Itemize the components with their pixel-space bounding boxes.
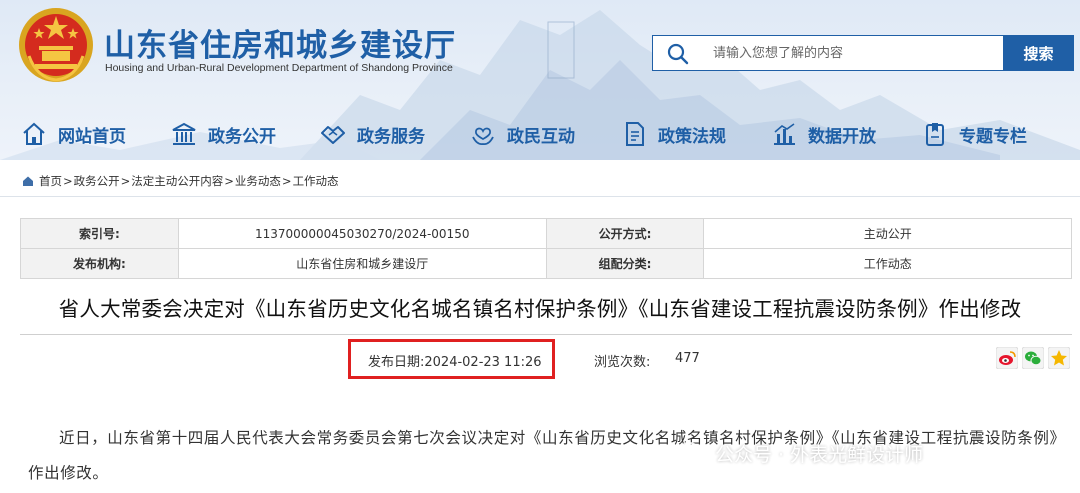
- building-icon: [172, 122, 196, 145]
- table-row: 索引号: 113700000045030270/2024-00150 公开方式:…: [20, 218, 1072, 249]
- search-button[interactable]: 搜索: [1003, 35, 1074, 71]
- nav-label: 政民互动: [507, 126, 575, 147]
- wechat-icon: [678, 442, 707, 464]
- nav-item-special-topics[interactable]: 专题专栏: [921, 114, 1027, 154]
- watermark: 公众号 · 外表光鲜设计师: [677, 436, 923, 470]
- nav-label: 政务公开: [208, 126, 276, 147]
- main-nav: 网站首页 政务公开 政务服务 政民互动 政策法规 数据开放 专题专栏: [0, 114, 1080, 154]
- nav-label: 政策法规: [658, 126, 726, 147]
- bookmark-icon: [926, 123, 944, 146]
- breadcrumb-divider: [0, 196, 1080, 197]
- heart-hands-icon: [472, 127, 494, 146]
- national-emblem-logo: [19, 8, 93, 82]
- watermark-text: 公众号 · 外表光鲜设计师: [715, 443, 924, 466]
- home-icon: [23, 122, 45, 145]
- nav-item-home[interactable]: 网站首页: [20, 114, 126, 154]
- favorite-star-icon[interactable]: [1048, 347, 1070, 369]
- nav-item-policies-regulations[interactable]: 政策法规: [620, 114, 726, 154]
- weibo-icon[interactable]: [996, 347, 1018, 369]
- breadcrumb-item-business-news[interactable]: 业务动态: [235, 173, 281, 189]
- publish-date: 发布日期:2024-02-23 11:26: [368, 355, 542, 370]
- handshake-icon: [321, 126, 345, 144]
- document-icon: [626, 122, 644, 146]
- site-title: 山东省住房和城乡建设厅: [104, 28, 456, 64]
- search-input[interactable]: [713, 42, 993, 64]
- wechat-icon[interactable]: [1022, 347, 1044, 369]
- breadcrumb-separator: >: [224, 174, 234, 188]
- article-title: 省人大常委会决定对《山东省历史文化名城名镇名村保护条例》《山东省建设工程抗震设防…: [58, 297, 1022, 321]
- nav-label: 数据开放: [808, 126, 876, 147]
- breadcrumb-separator: >: [63, 174, 73, 188]
- nav-label: 政务服务: [357, 126, 425, 147]
- views-count: 477: [675, 351, 700, 366]
- page: 山东省住房和城乡建设厅 Housing and Urban-Rural Deve…: [0, 0, 1080, 493]
- home-icon: [23, 176, 33, 186]
- breadcrumb-separator: >: [120, 174, 131, 188]
- index-number-label: 索引号:: [20, 218, 179, 249]
- nav-item-open-data[interactable]: 数据开放: [770, 114, 876, 154]
- breadcrumb-item-home[interactable]: 首页: [39, 173, 62, 189]
- nav-item-public-interaction[interactable]: 政民互动: [469, 114, 575, 154]
- breadcrumb-separator: >: [281, 174, 292, 188]
- site-subtitle: Housing and Urban-Rural Development Depa…: [105, 62, 453, 74]
- nav-item-government-services[interactable]: 政务服务: [319, 114, 425, 154]
- publishing-agency-value: 山东省住房和城乡建设厅: [177, 248, 547, 279]
- document-meta-table: 索引号: 113700000045030270/2024-00150 公开方式:…: [20, 218, 1072, 279]
- breadcrumb-item-government-affairs[interactable]: 政务公开: [74, 173, 120, 189]
- table-row: 发布机构: 山东省住房和城乡建设厅 组配分类: 工作动态: [20, 248, 1072, 279]
- nav-label: 网站首页: [58, 126, 126, 147]
- disclosure-method-label: 公开方式:: [545, 218, 705, 249]
- category-label: 组配分类:: [545, 248, 705, 279]
- category-value: 工作动态: [703, 248, 1072, 279]
- search-icon: [667, 43, 689, 65]
- breadcrumb-item-work-news[interactable]: 工作动态: [293, 173, 339, 189]
- publishing-agency-label: 发布机构:: [20, 248, 179, 279]
- title-divider: [20, 334, 1072, 335]
- breadcrumb-item-statutory-disclosure[interactable]: 法定主动公开内容: [131, 173, 223, 189]
- site-header: 山东省住房和城乡建设厅 Housing and Urban-Rural Deve…: [0, 0, 1080, 160]
- search-box: 搜索: [652, 35, 1074, 71]
- breadcrumb: 首页 > 政务公开 > 法定主动公开内容 > 业务动态 > 工作动态: [0, 170, 1080, 192]
- index-number-value: 113700000045030270/2024-00150: [177, 218, 547, 249]
- views-label: 浏览次数:: [594, 355, 651, 370]
- nav-item-government-affairs[interactable]: 政务公开: [170, 114, 276, 154]
- disclosure-method-value: 主动公开: [703, 218, 1072, 249]
- bar-chart-icon: [774, 123, 795, 145]
- nav-label: 专题专栏: [959, 126, 1027, 147]
